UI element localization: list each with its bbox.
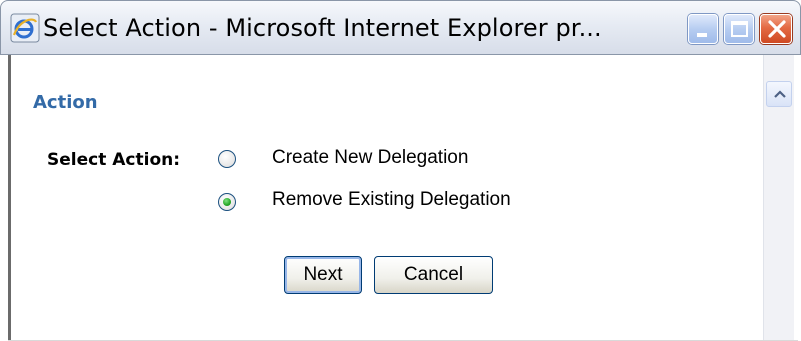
scroll-up-button[interactable] (766, 81, 792, 107)
radio-create-new-delegation[interactable] (218, 150, 236, 168)
close-button[interactable] (760, 14, 792, 44)
option-label-create-new-delegation[interactable]: Create New Delegation (272, 147, 468, 169)
radio-selected-dot (223, 198, 231, 206)
maximize-button[interactable] (724, 14, 754, 44)
vertical-scrollbar[interactable] (763, 55, 794, 341)
minimize-icon (697, 33, 707, 37)
select-action-label: Select Action: (47, 150, 181, 170)
internet-explorer-icon (10, 13, 40, 43)
chevron-up-icon (774, 90, 786, 98)
section-title: Action (33, 92, 98, 113)
window-title: Select Action - Microsoft Internet Explo… (43, 14, 602, 42)
maximize-icon (731, 21, 748, 37)
option-label-remove-existing-delegation[interactable]: Remove Existing Delegation (272, 189, 511, 211)
next-button[interactable]: Next (284, 256, 362, 294)
title-bar[interactable]: Select Action - Microsoft Internet Explo… (0, 0, 801, 55)
minimize-button[interactable] (688, 14, 718, 44)
close-icon (768, 20, 786, 38)
ie-popup-window: Select Action - Microsoft Internet Explo… (0, 0, 801, 341)
radio-remove-existing-delegation[interactable] (218, 193, 236, 211)
cancel-button[interactable]: Cancel (374, 256, 493, 294)
